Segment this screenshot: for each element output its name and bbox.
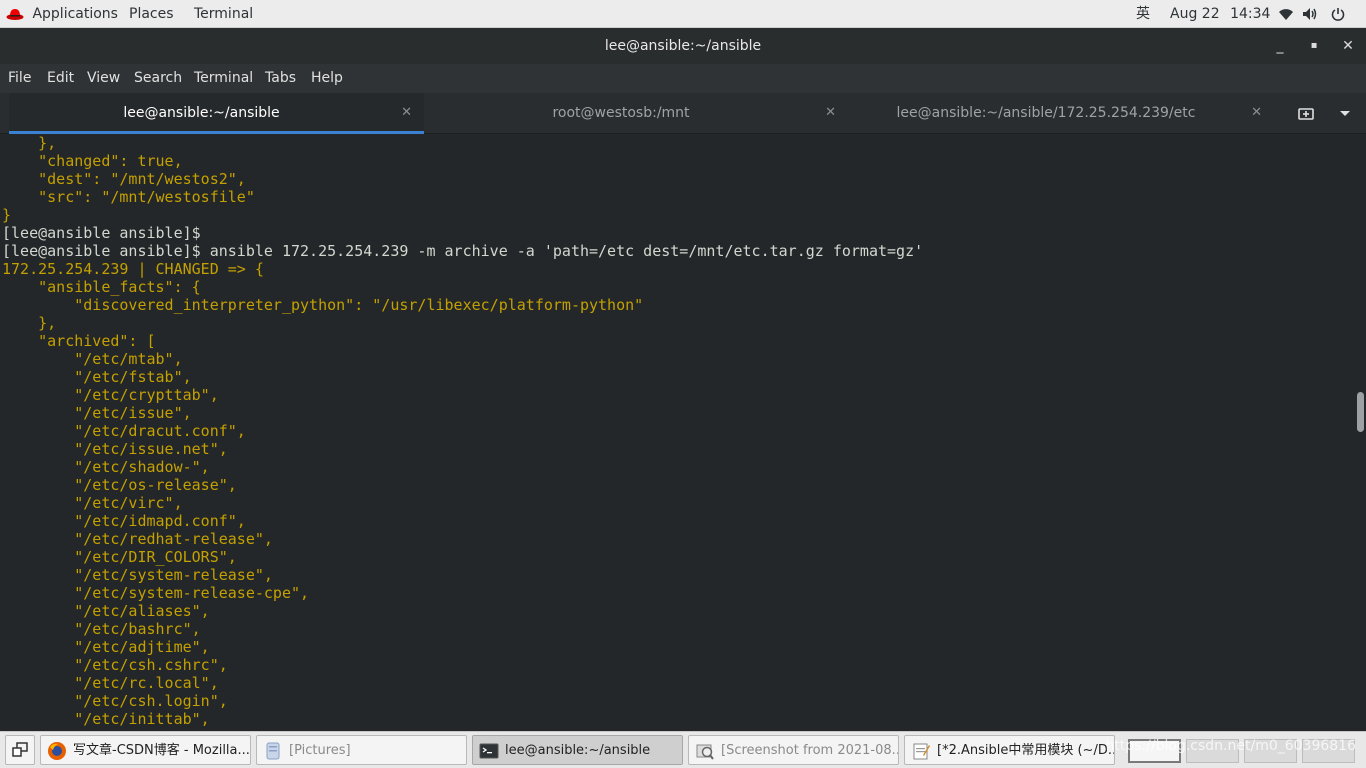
image-viewer-icon bbox=[696, 744, 714, 760]
terminal-line: "/etc/idmapd.conf", bbox=[2, 512, 246, 530]
menu-bar: File Edit View Search Terminal Tabs Help bbox=[0, 64, 1366, 93]
tab-close-icon[interactable]: ✕ bbox=[825, 93, 836, 133]
menu-search[interactable]: Search bbox=[134, 64, 182, 93]
file-manager-icon bbox=[266, 742, 280, 760]
tab-close-icon[interactable]: ✕ bbox=[1251, 93, 1262, 133]
terminal-line: "dest": "/mnt/westos2", bbox=[2, 170, 246, 188]
tab-lee-ansible[interactable]: lee@ansible:~/ansible ✕ bbox=[9, 93, 424, 134]
terminal-line: "src": "/mnt/westosfile" bbox=[2, 188, 255, 206]
firefox-icon bbox=[48, 742, 66, 760]
maximize-button[interactable]: ▪ bbox=[1299, 28, 1329, 64]
chevron-down-icon bbox=[1340, 110, 1350, 116]
show-desktop-icon bbox=[12, 742, 28, 757]
terminal-line: }, bbox=[2, 134, 57, 152]
minimize-button[interactable]: _ bbox=[1265, 28, 1295, 64]
taskbar-item-label: lee@ansible:~/ansible bbox=[505, 743, 651, 758]
menu-tabs[interactable]: Tabs bbox=[265, 64, 296, 93]
terminal-scrollbar[interactable] bbox=[1357, 392, 1364, 432]
menu-help[interactable]: Help bbox=[311, 64, 343, 93]
volume-icon bbox=[1303, 8, 1317, 20]
terminal-line: "/etc/rc.local", bbox=[2, 674, 219, 692]
text-editor-icon bbox=[913, 743, 930, 760]
tab-lee-ansible-etc[interactable]: lee@ansible:~/ansible/172.25.254.239/etc… bbox=[848, 93, 1274, 133]
terminal-line: "/etc/DIR_COLORS", bbox=[2, 548, 237, 566]
terminal-lines: }, "changed": true, "dest": "/mnt/westos… bbox=[2, 134, 923, 728]
tab-root-westosb[interactable]: root@westosb:/mnt ✕ bbox=[424, 93, 848, 133]
terminal-line: "changed": true, bbox=[2, 152, 183, 170]
terminal-output[interactable]: }, "changed": true, "dest": "/mnt/westos… bbox=[0, 134, 1366, 731]
taskbar: 写文章-CSDN博客 - Mozilla... [Pictures] lee@a… bbox=[0, 731, 1366, 768]
terminal-line: "/etc/bashrc", bbox=[2, 620, 201, 638]
applications-label: Applications bbox=[32, 6, 118, 22]
window-title: lee@ansible:~/ansible bbox=[604, 38, 762, 54]
terminal-icon bbox=[479, 743, 499, 759]
tab-label: root@westosb:/mnt bbox=[552, 105, 690, 121]
terminal-line: "discovered_interpreter_python": "/usr/l… bbox=[2, 296, 644, 314]
clock-date: Aug 22 bbox=[1170, 6, 1220, 22]
taskbar-item-label: 写文章-CSDN博客 - Mozilla... bbox=[73, 743, 250, 758]
terminal-line: "/etc/system-release", bbox=[2, 566, 273, 584]
clock[interactable]: Aug 22 14:34 bbox=[1170, 0, 1270, 28]
terminal-line: "/etc/inittab", bbox=[2, 710, 210, 728]
tabs-dropdown-button[interactable] bbox=[1330, 93, 1360, 133]
new-tab-button[interactable] bbox=[1290, 93, 1322, 133]
terminal-line: "/etc/adjtime", bbox=[2, 638, 210, 656]
top-panel: Applications Places Terminal 英 Aug 22 14… bbox=[0, 0, 1366, 28]
terminal-line: 172.25.254.239 | CHANGED => { bbox=[2, 260, 264, 278]
system-status-area[interactable] bbox=[1278, 0, 1345, 28]
terminal-line: "/etc/crypttab", bbox=[2, 386, 219, 404]
terminal-line: "/etc/issue.net", bbox=[2, 440, 228, 458]
terminal-line: "/etc/redhat-release", bbox=[2, 530, 273, 548]
wifi-icon bbox=[1279, 9, 1293, 20]
terminal-line: } bbox=[2, 206, 12, 224]
tab-label: lee@ansible:~/ansible bbox=[123, 105, 280, 121]
terminal-line: "/etc/mtab", bbox=[2, 350, 183, 368]
taskbar-item-terminal[interactable]: lee@ansible:~/ansible bbox=[472, 735, 683, 765]
menu-terminal[interactable]: Terminal bbox=[194, 64, 253, 93]
menu-file[interactable]: File bbox=[8, 64, 31, 93]
terminal-line: "/etc/dracut.conf", bbox=[2, 422, 246, 440]
places-menu[interactable]: Places bbox=[129, 0, 174, 28]
tab-close-icon[interactable]: ✕ bbox=[401, 93, 412, 133]
terminal-line: "/etc/csh.cshrc", bbox=[2, 656, 228, 674]
terminal-line: "/etc/csh.login", bbox=[2, 692, 228, 710]
applications-menu[interactable]: Applications bbox=[6, 0, 118, 28]
taskbar-item-screenshot[interactable]: [Screenshot from 2021-08... bbox=[688, 735, 899, 765]
taskbar-item-label: [*2.Ansible中常用模块 (~/D... bbox=[937, 743, 1115, 758]
redhat-logo-icon bbox=[6, 9, 24, 20]
power-icon bbox=[1331, 8, 1345, 21]
taskbar-item-pictures[interactable]: [Pictures] bbox=[256, 735, 467, 765]
input-method-indicator[interactable]: 英 bbox=[1136, 0, 1150, 28]
terminal-line: "ansible_facts": { bbox=[2, 278, 201, 296]
terminal-line: }, bbox=[2, 314, 57, 332]
terminal-line: "/etc/system-release-cpe", bbox=[2, 584, 310, 602]
taskbar-item-label: [Screenshot from 2021-08... bbox=[721, 743, 899, 758]
menu-edit[interactable]: Edit bbox=[47, 64, 74, 93]
terminal-line: "/etc/shadow-", bbox=[2, 458, 210, 476]
terminal-line: "/etc/virc", bbox=[2, 494, 183, 512]
tab-bar: lee@ansible:~/ansible ✕ root@westosb:/mn… bbox=[0, 93, 1366, 134]
terminal-app-menu[interactable]: Terminal bbox=[194, 0, 253, 28]
terminal-line: "archived": [ bbox=[2, 332, 156, 350]
menu-view[interactable]: View bbox=[87, 64, 120, 93]
new-tab-icon bbox=[1298, 107, 1314, 120]
tab-label: lee@ansible:~/ansible/172.25.254.239/etc bbox=[896, 105, 1196, 121]
terminal-line: [lee@ansible ansible]$ bbox=[2, 224, 201, 242]
terminal-line: "/etc/aliases", bbox=[2, 602, 210, 620]
watermark-text: https://blog.csdn.net/m0_60396816 bbox=[1105, 738, 1356, 754]
close-window-button[interactable]: ✕ bbox=[1333, 28, 1363, 64]
taskbar-item-text-editor[interactable]: [*2.Ansible中常用模块 (~/D... bbox=[904, 735, 1115, 765]
clock-time: 14:34 bbox=[1230, 6, 1271, 22]
terminal-line: [lee@ansible ansible]$ ansible 172.25.25… bbox=[2, 242, 924, 260]
terminal-line: "/etc/fstab", bbox=[2, 368, 192, 386]
show-desktop-button[interactable] bbox=[5, 735, 35, 765]
terminal-line: "/etc/issue", bbox=[2, 404, 192, 422]
terminal-line: "/etc/os-release", bbox=[2, 476, 237, 494]
taskbar-item-firefox[interactable]: 写文章-CSDN博客 - Mozilla... bbox=[40, 735, 251, 765]
taskbar-item-label: [Pictures] bbox=[289, 743, 351, 758]
window-titlebar[interactable]: lee@ansible:~/ansible _ ▪ ✕ bbox=[0, 28, 1366, 64]
